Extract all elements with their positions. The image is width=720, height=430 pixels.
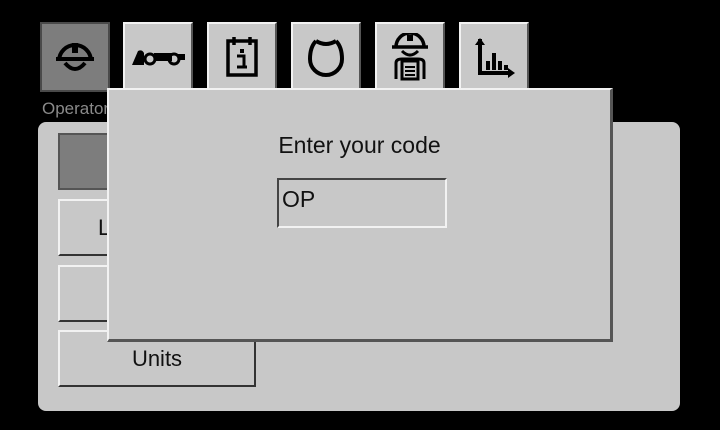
tab-bucket[interactable]: [291, 22, 361, 92]
tab-statistics[interactable]: [459, 22, 529, 92]
document-info-icon: [226, 37, 258, 77]
code-input[interactable]: OP: [277, 178, 447, 228]
bucket-ring-icon: [307, 39, 345, 77]
code-entry-dialog: Enter your code OP: [107, 88, 613, 342]
machine-vehicle-icon: [132, 50, 185, 66]
bar-chart-axes-icon: [475, 38, 515, 78]
person-clipboard-icon: [392, 33, 428, 81]
tab-operator-log[interactable]: [375, 22, 445, 92]
operator-helmet-icon: [56, 43, 94, 71]
tab-machine[interactable]: [123, 22, 193, 92]
dialog-title: Enter your code: [278, 132, 441, 158]
active-tab-caption: Operator: [42, 99, 108, 118]
tab-information[interactable]: [207, 22, 277, 92]
menu-item-label: Units: [131, 345, 183, 371]
tab-operator[interactable]: [40, 22, 110, 92]
